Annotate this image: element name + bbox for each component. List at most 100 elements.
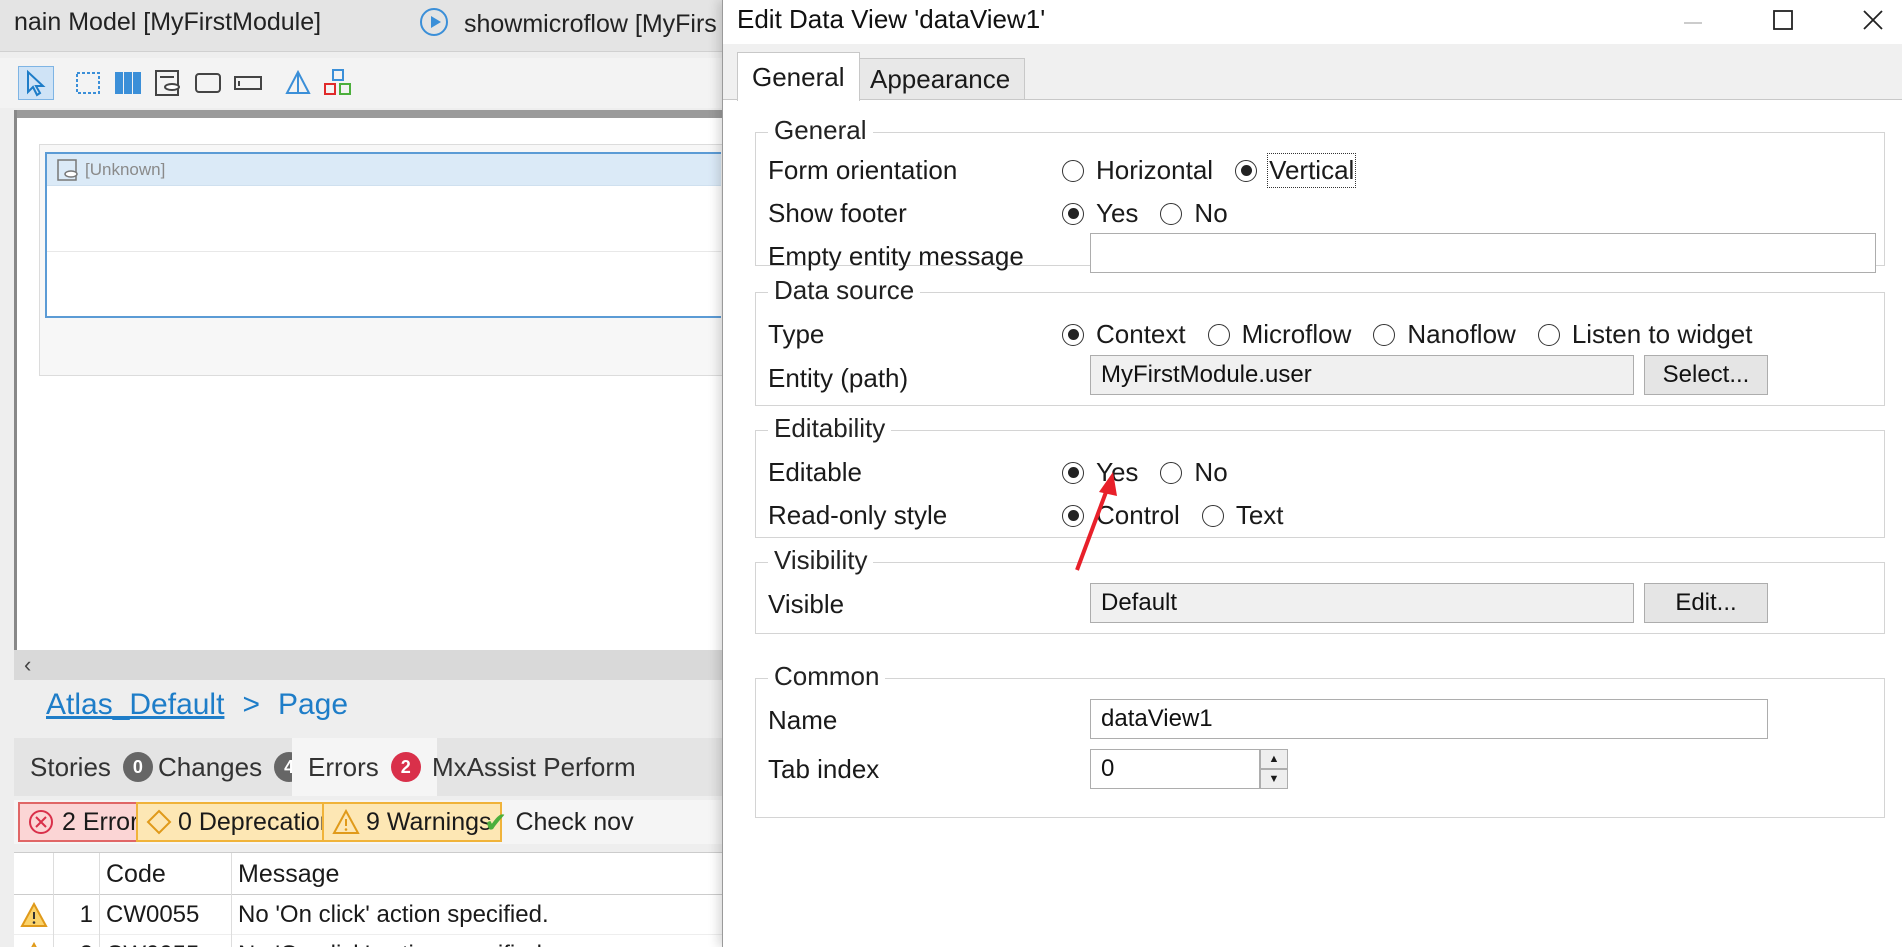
radio-circle [1235, 159, 1258, 182]
columns-icon [115, 72, 141, 94]
checkmark-icon: ✔ [484, 806, 508, 838]
radio-footer-no[interactable]: No [1160, 198, 1228, 229]
deprecation-diamond-icon [146, 809, 172, 835]
radio-label: Yes [1096, 198, 1139, 228]
maximize-icon [1773, 10, 1793, 30]
name-label: Name [768, 705, 838, 735]
entity-path-input[interactable]: MyFirstModule.user [1090, 355, 1634, 395]
chevron-up-icon[interactable]: ▲ [1260, 749, 1288, 769]
tab-label: Changes [158, 751, 263, 782]
document-tab-showmicroflow[interactable]: showmicroflow [MyFirs [420, 8, 717, 39]
group-data-source: Data source Type Context Microflow Nanof… [755, 275, 1885, 406]
warning-triangle-icon [14, 935, 54, 947]
microflow-icon [420, 8, 448, 36]
radio-microflow[interactable]: Microflow [1207, 319, 1351, 350]
radio-horizontal[interactable]: Horizontal [1062, 155, 1213, 186]
errors-table: Code Message 1 CW0055 No 'On click' acti… [14, 852, 740, 947]
column-header-message[interactable]: Message [232, 853, 740, 895]
radio-label: Listen to widget [1571, 319, 1753, 349]
group-visibility: Visibility Visible Default Edit... [755, 545, 1885, 634]
radio-circle [1207, 323, 1230, 346]
radio-label: Horizontal [1096, 155, 1214, 185]
screen: nain Model [MyFirstModule] showmicroflow… [0, 0, 1902, 947]
annotation-arrow-icon [1075, 472, 1117, 571]
check-now-button[interactable]: ✔ Check nov [476, 802, 642, 842]
radio-circle [1537, 323, 1560, 346]
radio-editable-no[interactable]: No [1160, 457, 1228, 488]
container-tool-button[interactable] [70, 66, 106, 100]
maximize-button[interactable] [1753, 0, 1813, 40]
chevron-left-icon[interactable]: ‹ [24, 652, 31, 678]
group-title: Visibility [768, 545, 874, 576]
minimize-button[interactable] [1663, 0, 1723, 40]
dataview-tool-button[interactable] [150, 66, 186, 100]
data-source-type-radios: Context Microflow Nanoflow Listen to wid… [1062, 319, 1774, 350]
cubes-icon [324, 69, 351, 95]
breadcrumb-page-link[interactable]: Page [278, 688, 348, 721]
empty-entity-message-input[interactable] [1090, 233, 1876, 273]
table-row[interactable]: 1 CW0055 No 'On click' action specified. [14, 895, 740, 935]
radio-circle [1373, 323, 1396, 346]
dataview-entity-label: [Unknown] [85, 159, 166, 179]
layout-grid-tool-button[interactable] [110, 66, 146, 100]
radio-context[interactable]: Context [1062, 319, 1186, 350]
chevron-down-icon[interactable]: ▼ [1260, 769, 1288, 789]
visible-condition-input[interactable]: Default [1090, 583, 1634, 623]
row-message: No 'On click' action specified. [238, 901, 549, 928]
close-button[interactable] [1843, 0, 1902, 40]
radio-readonly-text[interactable]: Text [1201, 500, 1284, 531]
warnings-filter-button[interactable]: 9 Warnings [322, 802, 502, 842]
radio-vertical[interactable]: Vertical [1235, 153, 1357, 188]
radio-label: Nanoflow [1407, 319, 1516, 349]
tab-label: Errors [308, 751, 379, 782]
radio-circle [1062, 202, 1084, 225]
dataview-footer-row [47, 252, 721, 318]
row-message: No 'On click' action specified. [232, 935, 740, 947]
select-tool-button[interactable] [18, 66, 54, 100]
bottom-panel-tabs: Stories 0 Changes 4 Errors 2 MxAssist Perfo… [14, 738, 740, 796]
form-orientation-radios: Horizontal Vertical [1062, 153, 1376, 188]
row-number: 1 [54, 895, 100, 935]
column-header-code[interactable]: Code [100, 853, 232, 895]
tab-appearance[interactable]: Appearance [855, 58, 1026, 100]
error-filter-bar: 2 Errors 0 Deprecations 9 Warnings ✔ Che… [14, 800, 740, 844]
pointer-icon [27, 69, 46, 97]
type-label: Type [768, 319, 825, 349]
editable-label: Editable [768, 457, 862, 487]
select-entity-button[interactable]: Select... [1644, 355, 1768, 395]
tab-index-input[interactable]: 0 [1090, 749, 1260, 789]
dataview-body-row [47, 186, 721, 252]
breadcrumb-separator: > [242, 688, 260, 721]
table-header: Code Message [14, 853, 740, 895]
radio-nanoflow[interactable]: Nanoflow [1373, 319, 1516, 350]
close-icon [1863, 10, 1883, 30]
radio-circle [1062, 323, 1084, 346]
tab-index-stepper[interactable]: ▲ ▼ [1260, 749, 1288, 789]
edit-data-view-dialog: Edit Data View 'dataView1' General Appea… [722, 0, 1902, 947]
radio-listen-to-widget[interactable]: Listen to widget [1537, 319, 1753, 350]
breadcrumb-layout-link[interactable]: Atlas_Default [46, 688, 224, 721]
building-block-tool-button[interactable] [280, 66, 316, 100]
widgets-tool-button[interactable] [320, 66, 356, 100]
error-circle-icon [29, 810, 53, 834]
document-tab-domain-model[interactable]: nain Model [MyFirstModule] [14, 8, 321, 37]
groupbox-tool-button[interactable] [190, 66, 226, 100]
name-input[interactable]: dataView1 [1090, 699, 1768, 739]
empty-entity-label: Empty entity message [768, 241, 1024, 271]
row-code: CW0055 [100, 895, 232, 935]
tab-mxassist-performance[interactable]: MxAssist Perform [416, 738, 652, 796]
tab-general[interactable]: General [737, 52, 860, 101]
radio-footer-yes[interactable]: Yes [1062, 198, 1138, 229]
table-row[interactable]: 2 CW0055 No 'On click' action specified. [14, 935, 740, 947]
row-code: CW0055 [100, 935, 232, 947]
page-canvas[interactable]: [Unknown] [14, 110, 743, 650]
warnings-filter-label: 9 Warnings [366, 807, 492, 836]
textbox-tool-button[interactable] [230, 66, 266, 100]
dataview-header: [Unknown] [47, 154, 721, 186]
horizontal-scrollbar[interactable]: ‹ [14, 650, 740, 680]
column-header-icon [14, 853, 54, 895]
dataview-widget[interactable]: [Unknown] [45, 152, 721, 318]
rounded-box-icon [195, 73, 221, 93]
edit-visibility-button[interactable]: Edit... [1644, 583, 1768, 623]
group-title: Data source [768, 275, 921, 306]
